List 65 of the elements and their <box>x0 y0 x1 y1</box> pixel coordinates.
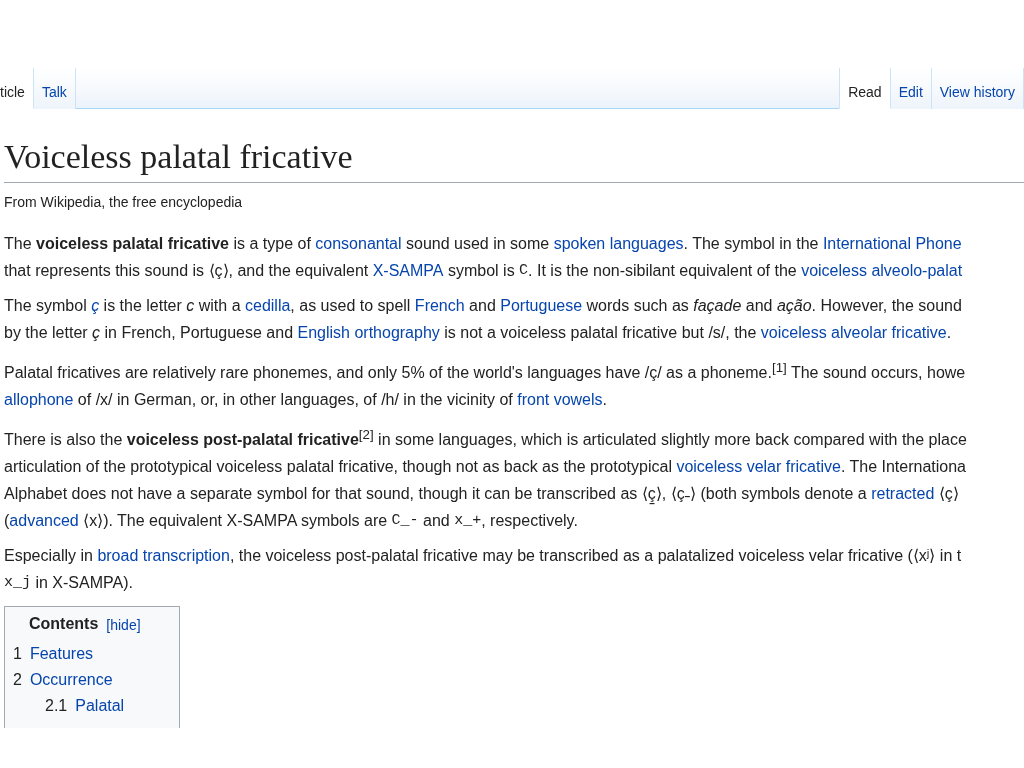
code-text: C <box>519 260 529 281</box>
body-text: , respectively. <box>481 511 578 532</box>
text-link[interactable]: retracted <box>871 480 935 508</box>
page-title: Voiceless palatal fricative <box>4 137 1024 183</box>
section-number: 2 <box>13 670 22 691</box>
body-text: The symbol <box>4 295 88 316</box>
page-tab[interactable]: View history <box>931 68 1024 109</box>
body-text: There is also the voiceless post-palatal fricative$^{[2]}$ in some languages, which is articulated slightly more back compared with the place <box>4 426 967 451</box>
text-link[interactable]: French <box>414 291 465 319</box>
body-text: ⟨x⟩). The equivalent X-SAMPA symbols are <box>82 511 389 532</box>
text-link[interactable]: International Phone <box>822 229 962 257</box>
body-text: in X-SAMPA). <box>34 573 133 594</box>
contents-title: Contents <box>29 615 99 635</box>
text-link[interactable]: cedilla <box>245 291 291 319</box>
page-tab[interactable]: Edit <box>890 68 932 109</box>
body-text: and <box>468 295 497 316</box>
text-link[interactable]: voiceless alveolo-palat <box>801 256 963 284</box>
body-text: by the letter ç in French, Portuguese and <box>4 322 295 343</box>
text-link[interactable]: voiceless alveolar fricative <box>760 318 947 346</box>
text-link[interactable]: X-SAMPA <box>372 256 444 284</box>
body-text: ⟨ç⟩ <box>937 484 959 505</box>
page-tab[interactable]: Talk <box>33 68 76 109</box>
contents-link[interactable]: Palatal <box>75 693 125 720</box>
body-text: articulation of the prototypical voiceless palatal fricative, though not as back as the prototypical <box>4 457 673 478</box>
code-text: C_- <box>391 511 419 532</box>
body-text: . <box>602 390 608 411</box>
contents-link[interactable]: Features <box>29 641 94 668</box>
code-text: x_j <box>4 573 31 594</box>
page-tab[interactable]: Read <box>839 68 891 109</box>
tagline: From Wikipedia, the free encyclopedia <box>4 193 244 210</box>
text-link[interactable]: consonantal <box>315 229 402 257</box>
section-number: 2.1 <box>45 696 68 717</box>
body-text: Especially in <box>4 546 94 567</box>
body-text: , as used to spell <box>290 295 412 316</box>
body-text: is not a voiceless palatal fricative but /s/, the <box>443 322 758 343</box>
body-text: symbol is <box>446 260 516 281</box>
body-text: and <box>422 511 451 532</box>
body-text: sound used in some <box>405 233 551 254</box>
body-text: ( <box>4 511 10 532</box>
text-link[interactable]: advanced <box>9 507 79 535</box>
body-text: words such as façade and ação. However, the sound <box>585 295 962 316</box>
hide-link[interactable]: [hide] <box>106 615 141 636</box>
contents-link[interactable]: Occurrence <box>29 667 113 694</box>
body-text: Palatal fricatives are relatively rare phonemes, and only 5% of the world's languages have /ç/ as a phoneme.$^{[1]}$ The sound occurs, howe <box>4 358 966 384</box>
text-link[interactable]: ç <box>91 291 100 319</box>
body-text: . The symbol in the <box>683 233 820 254</box>
body-text: of /x/ in German, or, in other languages, of /h/ in the vicinity of <box>76 390 514 411</box>
text-link[interactable]: allophone <box>4 386 74 414</box>
body-text: , the voiceless post-palatal fricative may be transcribed as a palatalized voiceless velar fricative (⟨xʲ⟩ in t <box>229 546 962 567</box>
text-link[interactable]: Portuguese <box>500 291 583 319</box>
code-text: x_+ <box>454 511 482 532</box>
body-text: . The Internationa <box>840 457 966 478</box>
section-number: 1 <box>13 644 22 665</box>
body-text: is the letter c with a <box>102 295 242 316</box>
text-link[interactable]: broad transcription <box>97 542 230 570</box>
body-text: . It is the non-sibilant equivalent of the <box>528 260 798 281</box>
text-link[interactable]: front vowels <box>517 386 603 414</box>
body-text: that represents this sound is ⟨ç⟩, and the equivalent <box>4 260 370 281</box>
text-link[interactable]: English orthography <box>297 318 440 346</box>
page-tab[interactable]: ticle <box>0 68 34 109</box>
body-text: . <box>946 322 952 343</box>
text-link[interactable]: spoken languages <box>553 229 684 257</box>
body-text: Alphabet does not have a separate symbol for that sound, though it can be transcribed as ⟨ç̠⟩, ⟨ç˗⟩ (both symbols denote a <box>4 484 868 507</box>
body-text: The voiceless palatal fricative is a type of <box>4 233 312 254</box>
text-link[interactable]: voiceless velar fricative <box>676 453 841 481</box>
